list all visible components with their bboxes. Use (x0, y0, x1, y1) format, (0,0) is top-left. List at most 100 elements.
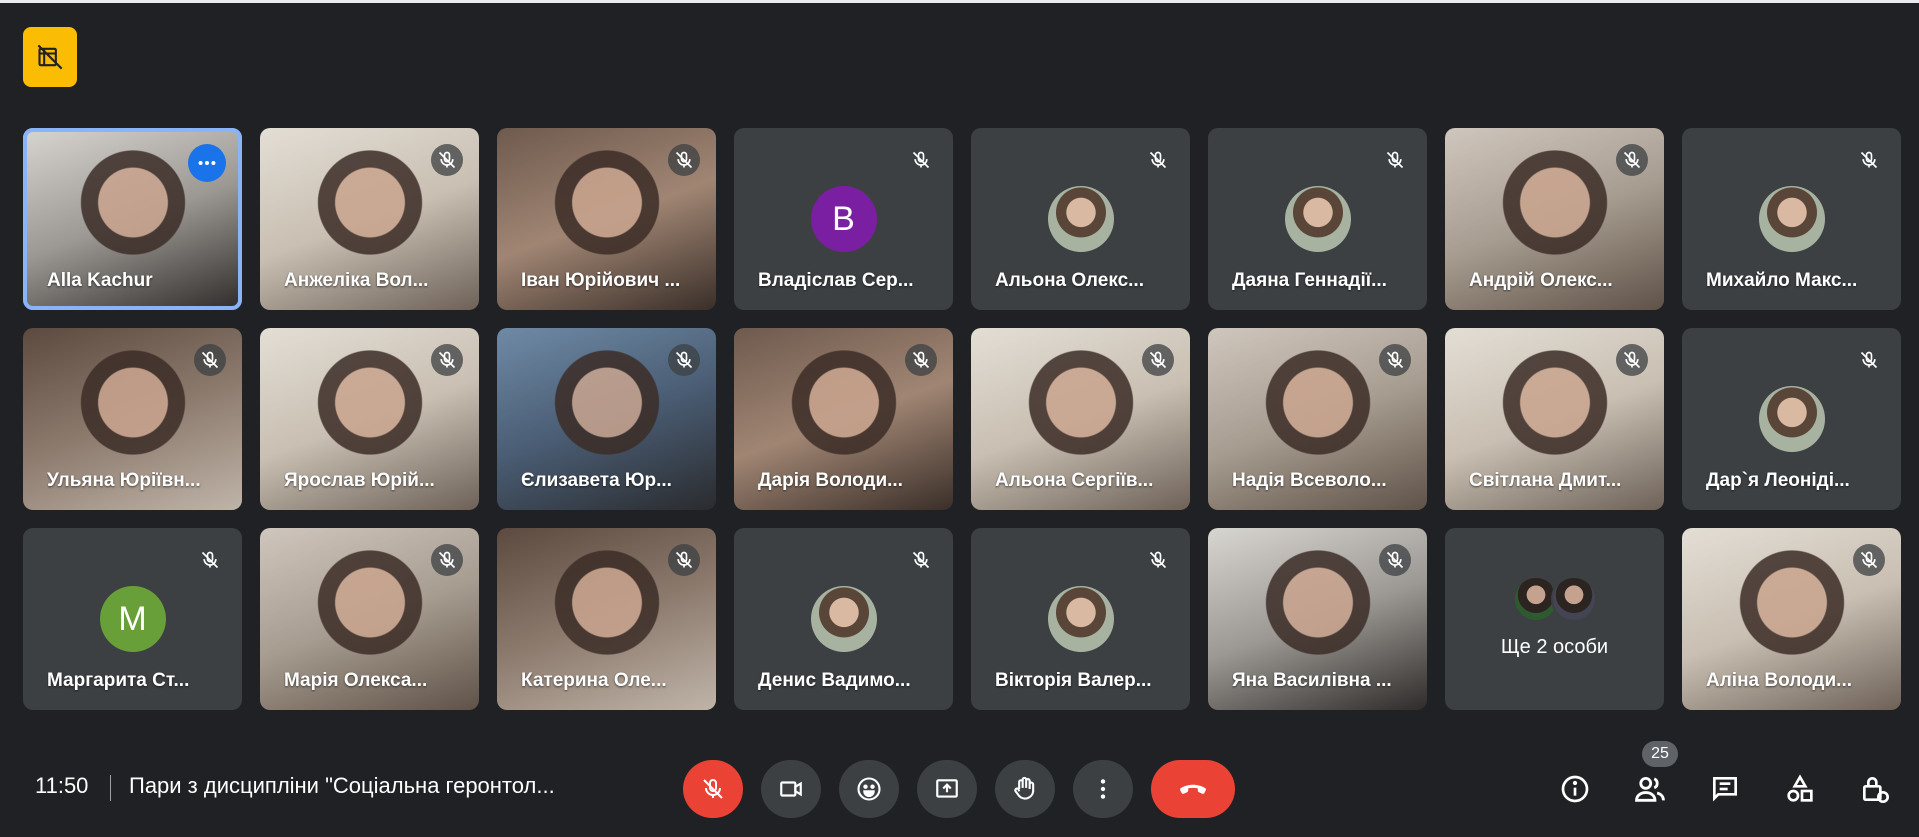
mic-off-icon (1142, 344, 1174, 376)
participant-tile[interactable]: Дар`я Леоніді... (1682, 328, 1901, 510)
participant-name: Світлана Дмит... (1469, 470, 1622, 491)
participant-tile[interactable]: Надія Всеволо... (1208, 328, 1427, 510)
host-controls-button[interactable] (1855, 769, 1895, 809)
mic-off-icon (905, 144, 937, 176)
bottom-bar: 11:50 Пари з дисципліни "Соціальна герон… (0, 741, 1919, 837)
participant-tile[interactable]: Іван Юрійович ... (497, 128, 716, 310)
mic-off-icon (431, 344, 463, 376)
more-options-icon[interactable] (188, 144, 226, 182)
participant-tile[interactable]: Михайло Макс... (1682, 128, 1901, 310)
mic-off-icon (1853, 344, 1885, 376)
top-border (0, 0, 1919, 3)
participant-tile[interactable]: Єлизавета Юр... (497, 328, 716, 510)
participant-name: Марія Олекса... (284, 670, 428, 691)
activities-icon (1787, 774, 1813, 802)
participant-name: Андрій Олекс... (1469, 270, 1613, 291)
info-icon (1561, 775, 1589, 803)
participant-tile[interactable]: Аліна Володи... (1682, 528, 1901, 710)
raise-hand-button[interactable] (995, 760, 1055, 818)
more-options-button[interactable] (1073, 760, 1133, 818)
participant-tile[interactable]: Вікторія Валер... (971, 528, 1190, 710)
participant-tile[interactable]: Анжеліка Вол... (260, 128, 479, 310)
participant-tile[interactable]: Даяна Геннадії... (1208, 128, 1427, 310)
participant-name: Альона Сергіїв... (995, 470, 1154, 491)
participant-name: Alla Kachur (47, 270, 153, 291)
call-controls (683, 760, 1235, 818)
mic-off-icon (431, 144, 463, 176)
participant-tile[interactable]: M Маргарита Ст... (23, 528, 242, 710)
recording-off-icon[interactable] (23, 27, 77, 87)
participant-tile[interactable]: Альона Сергіїв... (971, 328, 1190, 510)
participant-tile[interactable]: Alla Kachur (23, 128, 242, 310)
emoji-button[interactable] (839, 760, 899, 818)
activities-button[interactable] (1780, 769, 1820, 809)
mic-toggle-button[interactable] (683, 760, 743, 818)
end-call-icon (1180, 784, 1206, 794)
divider (110, 775, 111, 801)
participant-name: Надія Всеволо... (1232, 470, 1387, 491)
mic-off-icon (1142, 144, 1174, 176)
avatar (1758, 386, 1825, 452)
participant-tile[interactable]: Альона Олекс... (971, 128, 1190, 310)
participant-name: Альона Олекс... (995, 270, 1144, 291)
avatar (1758, 186, 1825, 252)
participant-tile[interactable]: Яна Василівна ... (1208, 528, 1427, 710)
mic-off-icon (668, 144, 700, 176)
participant-name: Ярослав Юрій... (284, 470, 435, 491)
mini-avatars (1445, 576, 1664, 622)
info-button[interactable] (1555, 769, 1595, 809)
people-button[interactable]: 25 (1630, 741, 1678, 809)
end-call-button[interactable] (1151, 760, 1235, 818)
avatar (1047, 586, 1114, 652)
participant-name: Михайло Макс... (1706, 270, 1858, 291)
participant-tile[interactable]: Ульяна Юріївн... (23, 328, 242, 510)
raise-hand-icon (1014, 776, 1035, 800)
mic-off-icon (905, 344, 937, 376)
participant-tile[interactable]: Марія Олекса... (260, 528, 479, 710)
participant-grid: Alla Kachur Анжеліка Вол... Іван Юрійович … (23, 128, 1901, 710)
avatar (1284, 186, 1351, 252)
more-participants: Ще 2 особи (1445, 576, 1664, 659)
chat-button[interactable] (1705, 769, 1745, 809)
avatar (1047, 186, 1114, 252)
camera-icon (780, 781, 802, 797)
more-participants-label: Ще 2 особи (1500, 636, 1609, 658)
mic-off-icon (1142, 544, 1174, 576)
chat-icon (1713, 777, 1737, 802)
more-options-icon (1100, 779, 1106, 799)
mic-off-icon (1616, 344, 1648, 376)
mic-off-icon (703, 779, 723, 799)
avatar: В (810, 186, 877, 252)
meeting-title[interactable]: Пари з дисципліни "Соціальна геронтол... (129, 773, 555, 799)
participant-name: Денис Вадимо... (758, 670, 911, 691)
participant-tile[interactable]: Ярослав Юрій... (260, 328, 479, 510)
mic-off-icon (1379, 144, 1411, 176)
clock: 11:50 (35, 773, 89, 798)
participant-tile[interactable]: В Владіслав Сер... (734, 128, 953, 310)
avatar (810, 586, 877, 652)
mic-off-icon (1853, 544, 1885, 576)
participant-tile[interactable]: Дарія Володи... (734, 328, 953, 510)
mic-off-icon (1853, 144, 1885, 176)
more-participants-tile[interactable]: Ще 2 особи (1445, 528, 1664, 710)
camera-toggle-button[interactable] (761, 760, 821, 818)
participants-count-badge: 25 (1642, 741, 1678, 767)
mic-off-icon (194, 344, 226, 376)
participant-name: Єлизавета Юр... (521, 470, 672, 491)
mic-off-icon (668, 544, 700, 576)
participant-name: Катерина Оле... (521, 670, 667, 691)
participant-name: Ульяна Юріївн... (47, 470, 201, 491)
participant-name: Дарія Володи... (758, 470, 903, 491)
mic-off-icon (431, 544, 463, 576)
side-panel-icons: 25 (1555, 741, 1895, 809)
mic-off-icon (668, 344, 700, 376)
present-screen-button[interactable] (917, 760, 977, 818)
participant-tile[interactable]: Андрій Олекс... (1445, 128, 1664, 310)
participant-tile[interactable]: Денис Вадимо... (734, 528, 953, 710)
mic-off-icon (905, 544, 937, 576)
participant-tile[interactable]: Катерина Оле... (497, 528, 716, 710)
participant-tile[interactable]: Світлана Дмит... (1445, 328, 1664, 510)
present-screen-icon (936, 779, 958, 798)
people-icon (1635, 776, 1665, 802)
emoji-icon (857, 777, 881, 801)
